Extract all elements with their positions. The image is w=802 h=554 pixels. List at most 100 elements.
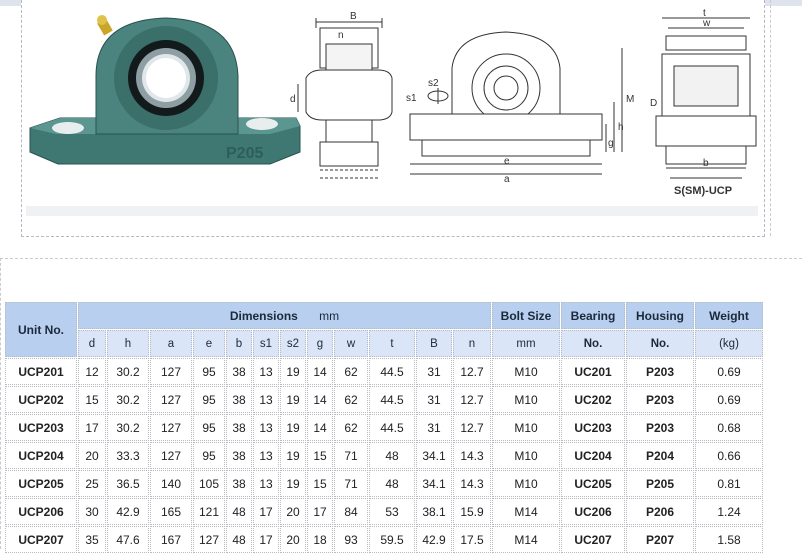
cell-t: 48 [369, 442, 415, 469]
table-body: UCP201 12 30.2 127 95 38 13 19 14 62 44.5 31 12.7 M10… [5, 358, 763, 553]
dimensions-title: Dimensions [229, 308, 298, 323]
cell-a: 127 [150, 358, 192, 385]
cell-w: 71 [334, 470, 368, 497]
col-header-bearing: Bearing [561, 302, 625, 329]
cell-a: 165 [150, 498, 192, 525]
cell-w: 62 [334, 414, 368, 441]
dim-label-n: n [338, 30, 344, 41]
cell-h: 36.5 [107, 470, 149, 497]
cell-g: 15 [307, 442, 333, 469]
cell-B: 31 [416, 386, 452, 413]
cell-unit: UCP206 [5, 498, 77, 525]
cell-s2: 19 [280, 470, 306, 497]
cell-s2: 19 [280, 358, 306, 385]
cell-bolt: M10 [492, 414, 560, 441]
cell-n: 14.3 [453, 442, 491, 469]
cell-n: 15.9 [453, 498, 491, 525]
cell-g: 14 [307, 386, 333, 413]
dim-label-a: a [504, 174, 510, 185]
cell-bearing: UC205 [561, 470, 625, 497]
cell-t: 48 [369, 470, 415, 497]
cell-bolt: M14 [492, 498, 560, 525]
weight-unit: (kg) [695, 330, 763, 357]
cell-h: 33.3 [107, 442, 149, 469]
cell-B: 31 [416, 358, 452, 385]
dim-col-t: t [369, 330, 415, 357]
cell-s1: 13 [253, 470, 279, 497]
cell-s2: 20 [280, 498, 306, 525]
col-header-housing: Housing [626, 302, 694, 329]
cell-d: 20 [78, 442, 106, 469]
cell-t: 44.5 [369, 386, 415, 413]
dim-label-M: M [626, 94, 634, 105]
cell-d: 25 [78, 470, 106, 497]
cell-h: 42.9 [107, 498, 149, 525]
cell-w: 62 [334, 386, 368, 413]
dim-label-w: w [702, 18, 711, 29]
cell-unit: UCP202 [5, 386, 77, 413]
dim-label-g: g [608, 138, 614, 149]
dim-col-a: a [150, 330, 192, 357]
dim-label-s2: s2 [428, 78, 439, 89]
dim-label-e: e [504, 156, 510, 167]
bearing-no-label: No. [561, 330, 625, 357]
cell-t: 53 [369, 498, 415, 525]
drawing-caption: S(SM)-UCP [674, 185, 732, 197]
cell-s1: 13 [253, 358, 279, 385]
cell-d: 12 [78, 358, 106, 385]
cell-e: 105 [193, 470, 225, 497]
cell-s1: 13 [253, 386, 279, 413]
col-header-unit-no: Unit No. [5, 302, 77, 357]
cell-d: 17 [78, 414, 106, 441]
cell-g: 15 [307, 470, 333, 497]
dim-col-B: B [416, 330, 452, 357]
cell-weight: 0.68 [695, 414, 763, 441]
cell-b: 38 [226, 414, 252, 441]
dim-col-h: h [107, 330, 149, 357]
pillow-block-photo: P205 [29, 15, 301, 165]
end-view [655, 17, 757, 179]
right-strip [770, 0, 802, 236]
cell-B: 38.1 [416, 498, 452, 525]
cell-s2: 19 [280, 414, 306, 441]
table-left-border [0, 258, 3, 549]
drawing-panel-footer [26, 206, 758, 216]
cell-b: 38 [226, 442, 252, 469]
cell-b: 38 [226, 470, 252, 497]
housing-no-label: No. [626, 330, 694, 357]
cell-weight: 1.24 [695, 498, 763, 525]
dim-col-s2: s2 [280, 330, 306, 357]
section-separator [0, 258, 802, 259]
table-row: UCP203 17 30.2 127 95 38 13 19 14 62 44.5 31 12.7 M10… [5, 414, 763, 441]
cell-e: 95 [193, 414, 225, 441]
dim-col-e: e [193, 330, 225, 357]
cell-housing: P204 [626, 442, 694, 469]
cell-b: 48 [226, 498, 252, 525]
cell-t: 44.5 [369, 414, 415, 441]
table-row: UCP204 20 33.3 127 95 38 13 19 15 71 48 34.1 14.3 M10… [5, 442, 763, 469]
cell-B: 31 [416, 414, 452, 441]
cell-a: 127 [150, 386, 192, 413]
dim-col-s1: s1 [253, 330, 279, 357]
col-header-weight: Weight [695, 302, 763, 329]
dim-label-h: h [618, 122, 624, 133]
cell-bolt: M10 [492, 470, 560, 497]
dim-label-B: B [350, 11, 357, 22]
col-header-bolt-size: Bolt Size [492, 302, 560, 329]
table-row: UCP202 15 30.2 127 95 38 13 19 14 62 44.5 31 12.7 M10… [5, 386, 763, 413]
dim-label-D: D [650, 98, 657, 109]
cell-h: 30.2 [107, 414, 149, 441]
dim-label-s1: s1 [406, 93, 417, 104]
product-drawing-panel: P205 B n d s2 s1 M h g e a t w D b S(SM)… [26, 6, 758, 206]
cell-e: 121 [193, 498, 225, 525]
cell-B: 34.1 [416, 442, 452, 469]
cell-unit: UCP204 [5, 442, 77, 469]
side-section-view [297, 18, 393, 179]
cell-n: 12.7 [453, 358, 491, 385]
dimensions-unit: mm [319, 308, 340, 323]
bolt-size-unit: mm [492, 330, 560, 357]
cell-g: 14 [307, 358, 333, 385]
cell-unit: UCP201 [5, 358, 77, 385]
cell-bearing: UC202 [561, 386, 625, 413]
cell-weight: 0.66 [695, 442, 763, 469]
